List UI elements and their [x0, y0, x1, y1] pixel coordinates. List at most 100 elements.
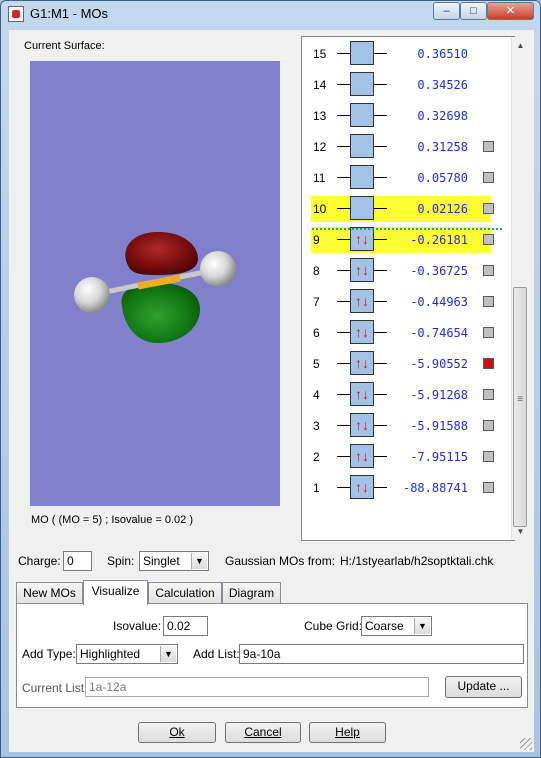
cancel-label: Cancel — [244, 725, 282, 739]
mo-row[interactable]: 11 0.05780 — [303, 165, 503, 191]
mo-number: 2 — [313, 450, 320, 464]
mo-list-scrollbar[interactable]: ▲ ≡ ▼ — [511, 37, 528, 540]
spin-down-icon: ↓ — [362, 324, 369, 340]
mo-energy: -88.88741 — [402, 481, 468, 495]
mo-visualize-checkbox[interactable] — [483, 420, 494, 431]
mo-visualize-checkbox[interactable] — [483, 234, 494, 245]
mo-energy: -0.26181 — [410, 233, 468, 247]
charge-label: Charge: — [18, 554, 61, 568]
spin-down-icon: ↓ — [362, 448, 369, 464]
mo-row[interactable]: 13 0.32698 — [303, 103, 503, 129]
orbital-box: ↑ ↓ — [350, 289, 374, 313]
mo-row[interactable]: 3 ↑ ↓ -5.91588 — [303, 413, 503, 439]
spin-select[interactable]: Singlet ▼ — [139, 551, 209, 571]
isovalue-label: Isovalue: — [113, 619, 162, 633]
mo-number: 4 — [313, 388, 320, 402]
chevron-down-icon: ▼ — [160, 646, 176, 662]
mo-energy: 0.36510 — [417, 47, 468, 61]
positive-lobe — [121, 282, 200, 343]
tab-visualize[interactable]: Visualize — [83, 580, 148, 605]
orbital-box — [350, 134, 374, 158]
mo-diagram-list[interactable]: 15 0.36510 14 0.34526 13 0.32698 12 0.31258 11 0.… — [301, 36, 515, 541]
scroll-down-icon[interactable]: ▼ — [512, 523, 529, 540]
mo-number: 11 — [313, 171, 326, 185]
add-type-select[interactable]: Highlighted ▼ — [76, 644, 178, 664]
mo-energy: 0.32698 — [417, 109, 468, 123]
mo-number: 15 — [313, 47, 327, 61]
ok-button[interactable]: Ok — [138, 722, 216, 743]
resize-grip[interactable] — [520, 738, 532, 750]
mo-visualize-checkbox[interactable] — [483, 141, 494, 152]
spin-value: Singlet — [143, 554, 180, 568]
chevron-down-icon: ▼ — [414, 618, 430, 634]
mo-number: 1 — [313, 481, 320, 495]
spin-down-icon: ↓ — [362, 231, 369, 247]
minimize-button[interactable]: – — [433, 2, 460, 20]
mo-row[interactable]: 8 ↑ ↓ -0.36725 — [303, 258, 503, 284]
mo-visualize-checkbox[interactable] — [483, 265, 494, 276]
title-bar[interactable]: G1:M1 - MOs – □ ✕ — [1, 1, 540, 27]
spin-down-icon: ↓ — [362, 386, 369, 402]
mo-row[interactable]: 9 ↑ ↓ -0.26181 — [311, 227, 491, 253]
molecule-viewport[interactable] — [30, 61, 280, 506]
orbital-box — [350, 41, 374, 65]
tab-diagram[interactable]: Diagram — [222, 582, 281, 603]
orbital-box: ↑ ↓ — [350, 444, 374, 468]
tab-new-mos[interactable]: New MOs — [16, 582, 83, 603]
mo-row[interactable]: 2 ↑ ↓ -7.95115 — [303, 444, 503, 470]
add-list-input[interactable]: 9a-10a — [239, 644, 524, 664]
mo-row[interactable]: 4 ↑ ↓ -5.91268 — [303, 382, 503, 408]
mo-visualize-checkbox[interactable] — [483, 358, 494, 369]
mo-visualize-checkbox[interactable] — [483, 327, 494, 338]
molecule-render — [74, 231, 236, 343]
mo-row[interactable]: 14 0.34526 — [303, 72, 503, 98]
mo-row[interactable]: 1 ↑ ↓ -88.88741 — [303, 475, 503, 501]
scroll-thumb[interactable]: ≡ — [513, 287, 527, 527]
isovalue-input[interactable]: 0.02 — [163, 616, 208, 636]
mo-row[interactable]: 15 0.36510 — [303, 41, 503, 67]
charge-input[interactable]: 0 — [63, 551, 92, 571]
mo-visualize-checkbox[interactable] — [483, 389, 494, 400]
mo-visualize-checkbox[interactable] — [483, 296, 494, 307]
mo-energy: -5.91268 — [410, 388, 468, 402]
spin-down-icon: ↓ — [362, 293, 369, 309]
mo-visualize-checkbox[interactable] — [483, 451, 494, 462]
mos-window: G1:M1 - MOs – □ ✕ Current Surface: MO (… — [0, 0, 541, 758]
mo-number: 14 — [313, 78, 327, 92]
mo-row[interactable]: 10 0.02126 — [311, 196, 491, 222]
tab-calculation[interactable]: Calculation — [148, 582, 222, 603]
spin-up-icon: ↑ — [355, 293, 362, 309]
help-button[interactable]: Help — [309, 722, 386, 743]
mo-number: 7 — [313, 295, 320, 309]
mo-number: 9 — [313, 233, 320, 247]
mo-visualize-checkbox[interactable] — [483, 482, 494, 493]
orbital-box — [350, 165, 374, 189]
mo-visualize-checkbox[interactable] — [483, 203, 494, 214]
cube-grid-value: Coarse — [365, 619, 404, 633]
orbital-box — [350, 196, 374, 220]
orbital-box: ↑ ↓ — [350, 320, 374, 344]
close-button[interactable]: ✕ — [487, 2, 534, 20]
mo-row[interactable]: 7 ↑ ↓ -0.44963 — [303, 289, 503, 315]
spin-up-icon: ↑ — [355, 417, 362, 433]
negative-lobe — [125, 231, 198, 275]
scroll-up-icon[interactable]: ▲ — [512, 37, 529, 54]
orbital-box — [350, 103, 374, 127]
mo-number: 6 — [313, 326, 320, 340]
mo-row[interactable]: 12 0.31258 — [303, 134, 503, 160]
current-list-input: 1a-12a — [85, 677, 429, 697]
orbital-box: ↑ ↓ — [350, 413, 374, 437]
cancel-button[interactable]: Cancel — [225, 722, 301, 743]
mo-visualize-checkbox[interactable] — [483, 172, 494, 183]
mo-energy: 0.05780 — [417, 171, 468, 185]
orbital-box: ↑ ↓ — [350, 382, 374, 406]
cube-grid-select[interactable]: Coarse ▼ — [361, 616, 432, 636]
update-button[interactable]: Update ... — [445, 676, 522, 698]
mo-row[interactable]: 5 ↑ ↓ -5.90552 — [303, 351, 503, 377]
spin-up-icon: ↑ — [355, 324, 362, 340]
maximize-button[interactable]: □ — [460, 2, 487, 20]
mo-energy: -7.95115 — [410, 450, 468, 464]
spin-down-icon: ↓ — [362, 262, 369, 278]
mo-number: 12 — [313, 140, 327, 154]
mo-row[interactable]: 6 ↑ ↓ -0.74654 — [303, 320, 503, 346]
